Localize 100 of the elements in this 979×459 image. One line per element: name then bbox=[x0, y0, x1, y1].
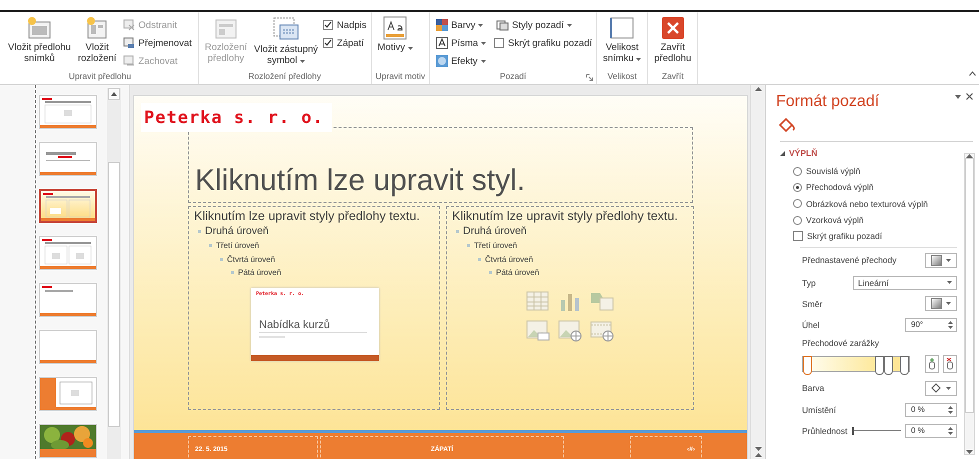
transparency-field[interactable]: 0 % bbox=[905, 424, 957, 438]
checkbox[interactable] bbox=[322, 38, 333, 48]
picture-icon[interactable] bbox=[526, 320, 550, 342]
dialog-launcher-icon[interactable] bbox=[586, 74, 593, 81]
field-label: Typ bbox=[802, 278, 816, 288]
slide-thumbnail-drawing bbox=[40, 96, 96, 128]
type-dropdown[interactable]: Lineární bbox=[853, 276, 957, 290]
direction-dropdown[interactable] bbox=[925, 296, 957, 312]
paint-bucket-icon[interactable] bbox=[778, 117, 796, 133]
ribbon-button[interactable]: Styly pozadí bbox=[494, 17, 592, 33]
up-arrow-icon bbox=[111, 92, 117, 96]
collapse-ribbon-icon[interactable] bbox=[969, 71, 976, 76]
field-label: Průhlednost bbox=[802, 426, 848, 436]
radio-button[interactable] bbox=[793, 182, 802, 192]
close-icon[interactable] bbox=[966, 93, 973, 100]
outline-text: Druhá úroveň bbox=[463, 224, 527, 239]
outline-text: Třetí úroveň bbox=[474, 240, 518, 252]
gradient-stop-handle[interactable] bbox=[875, 356, 884, 376]
radio-button[interactable] bbox=[793, 166, 802, 176]
expand-triangle-icon bbox=[780, 150, 785, 156]
slide-title: Kliknutím lze upravit styl. bbox=[195, 164, 526, 198]
ribbon-button[interactable]: Efekty bbox=[434, 53, 488, 69]
checkbox-label: Zápatí bbox=[336, 38, 364, 48]
caret-icon bbox=[946, 258, 951, 262]
slide-thumbnail-drawing bbox=[41, 191, 95, 221]
checkbox[interactable] bbox=[793, 231, 803, 242]
spinner-arrows-icon[interactable] bbox=[948, 426, 953, 436]
previous-slide-icon[interactable] bbox=[754, 453, 762, 457]
ribbon-button[interactable]: Přejmenovat bbox=[121, 35, 194, 51]
gradient-stop-handle[interactable] bbox=[900, 356, 909, 376]
colors-icon bbox=[436, 19, 448, 31]
outline-text: Čtvrtá úroveň bbox=[485, 254, 534, 266]
ribbon-button[interactable]: Vložit rozložení bbox=[76, 15, 118, 66]
ribbon-button[interactable]: Zavřít předlohu bbox=[652, 15, 694, 66]
spinner-arrows-icon[interactable] bbox=[948, 320, 953, 330]
gradient-stop-handle[interactable] bbox=[884, 356, 893, 376]
field-label: Umístění bbox=[802, 404, 836, 415]
scroll-down-icon[interactable] bbox=[966, 450, 973, 454]
group-label: Velikost bbox=[607, 71, 637, 83]
gradient-swatch-icon bbox=[931, 298, 942, 310]
outline-text: Pátá úroveň bbox=[496, 267, 540, 279]
slide-thumbnail-drawing bbox=[40, 378, 96, 410]
group-label: Upravit motiv bbox=[376, 71, 426, 83]
angle-field[interactable]: 90° bbox=[905, 318, 957, 332]
scrollbar-thumb[interactable] bbox=[965, 158, 974, 413]
ribbon-button[interactable]: Písma bbox=[434, 35, 488, 51]
bullet-icon bbox=[220, 258, 223, 261]
scroll-down-icon[interactable] bbox=[754, 447, 762, 451]
scroll-up-button[interactable] bbox=[108, 88, 120, 100]
radio-label: Přechodová výplň bbox=[806, 182, 874, 192]
outline-text: Kliknutím lze upravit styly předlohy textu. bbox=[452, 209, 678, 224]
checkbox[interactable] bbox=[494, 38, 504, 48]
spinner-arrows-icon[interactable] bbox=[948, 404, 953, 415]
preset-gradient-dropdown[interactable] bbox=[925, 252, 957, 268]
outline-text: Třetí úroveň bbox=[216, 240, 260, 252]
content-placeholder[interactable]: Kliknutím lze upravit styly předlohy textu. Druhá úroveň Třetí úroveň Čtvrtá úroveň Pátá úroveň bbox=[446, 206, 694, 410]
remove-stop-button[interactable] bbox=[943, 355, 957, 374]
company-logo: Peterka s. r. o. bbox=[141, 103, 332, 132]
bullet-icon bbox=[231, 271, 234, 274]
preview-title: Nabídka kurzů bbox=[258, 318, 331, 330]
background-styles-icon bbox=[496, 19, 510, 31]
scroll-up-icon[interactable] bbox=[754, 87, 762, 91]
radio-button[interactable] bbox=[793, 199, 802, 208]
themes-icon bbox=[383, 16, 408, 40]
radio-button[interactable] bbox=[793, 216, 802, 225]
slide-thumbnail[interactable] bbox=[39, 189, 97, 223]
effects-icon bbox=[436, 55, 448, 67]
field-label: Přednastavené přechody bbox=[802, 255, 897, 266]
radio-label: Vzorková výplň bbox=[806, 215, 864, 226]
placeholder-icon bbox=[272, 16, 300, 42]
gradient-stops-bar[interactable] bbox=[802, 356, 910, 372]
title-placeholder[interactable]: Kliknutím lze upravit styl. bbox=[188, 127, 693, 203]
radio-label: Obrázková nebo texturová výplň bbox=[806, 198, 928, 209]
outline-text: Kliknutím lze upravit styly předlohy textu. bbox=[194, 209, 420, 224]
caret-icon bbox=[946, 302, 951, 306]
scrollbar-thumb[interactable] bbox=[108, 162, 120, 427]
ribbon-button[interactable]: Velikost snímku bbox=[601, 15, 644, 66]
ribbon-button[interactable]: Motivy bbox=[376, 15, 415, 54]
gradient-swatch-icon bbox=[931, 254, 942, 266]
gradient-stop-handle[interactable] bbox=[803, 356, 812, 376]
paint-bucket-icon bbox=[931, 383, 942, 394]
delete-layout-icon bbox=[123, 19, 136, 31]
ribbon-button[interactable]: Vložit zástupný symbol bbox=[252, 15, 320, 68]
ribbon-button[interactable]: Barvy bbox=[434, 17, 488, 33]
bullet-icon bbox=[198, 230, 201, 233]
caret-icon bbox=[946, 386, 951, 390]
pane-options-icon[interactable] bbox=[955, 94, 961, 98]
color-dropdown[interactable] bbox=[925, 380, 957, 396]
ribbon-button[interactable]: Vložit předlohu snímků bbox=[6, 15, 73, 66]
checkbox[interactable] bbox=[322, 20, 333, 30]
field-label: Přechodové zarážky bbox=[802, 338, 880, 348]
picture-globe-icon[interactable] bbox=[558, 320, 582, 342]
add-stop-button[interactable] bbox=[925, 355, 939, 374]
transparency-slider[interactable] bbox=[853, 426, 901, 435]
video-globe-icon[interactable] bbox=[590, 320, 614, 342]
section-header[interactable]: VÝPLŇ bbox=[780, 148, 979, 158]
fonts-icon bbox=[436, 37, 448, 49]
pane-title: Formát pozadí bbox=[776, 93, 880, 111]
position-field[interactable]: 0 % bbox=[905, 402, 957, 417]
outline-text: Čtvrtá úroveň bbox=[227, 254, 276, 266]
